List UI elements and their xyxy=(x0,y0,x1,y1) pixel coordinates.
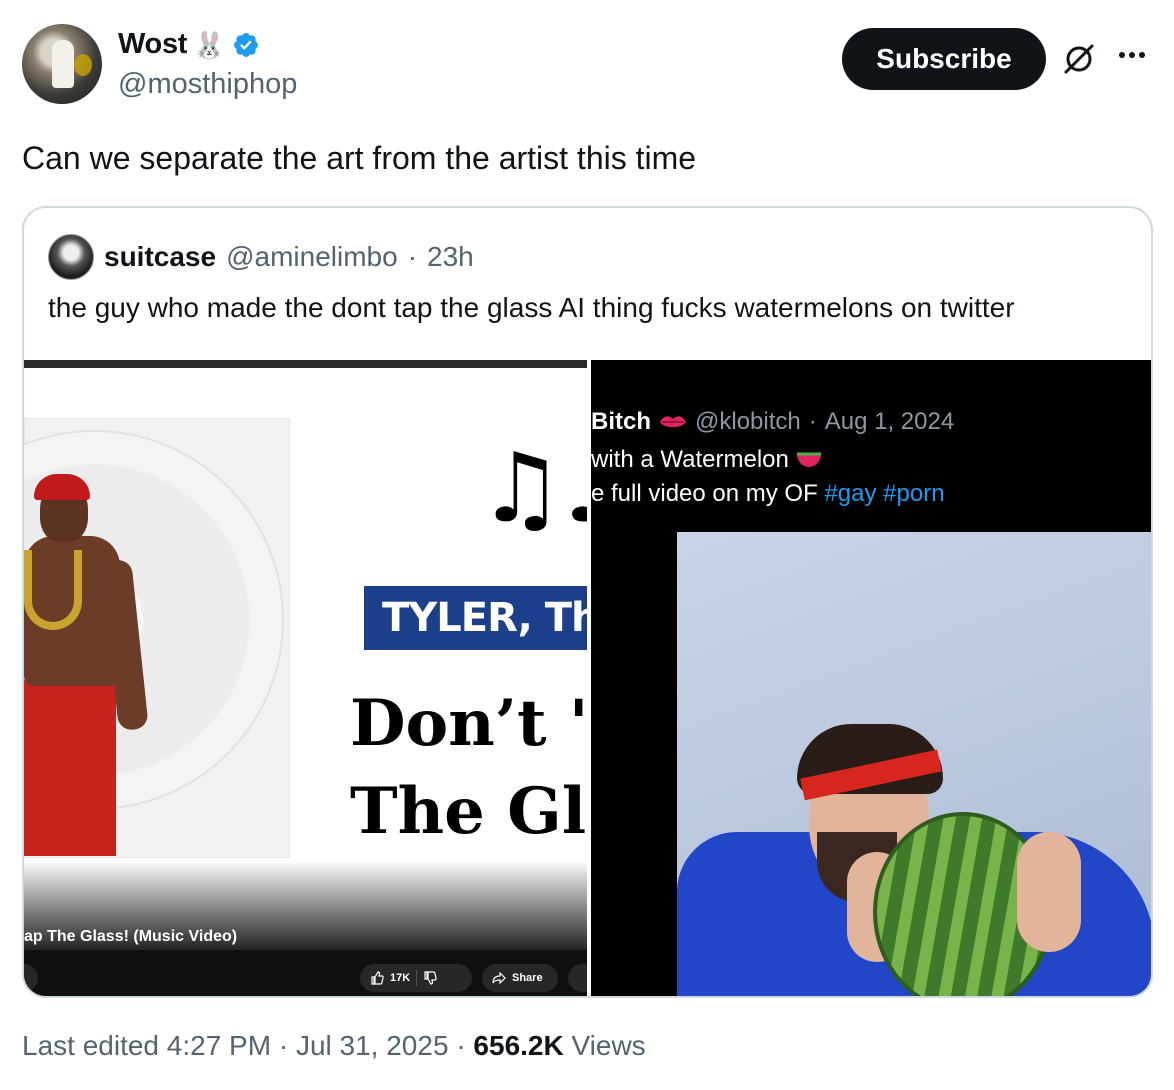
quote-handle: @aminelimbo xyxy=(226,241,398,272)
video-title: ap The Glass! (Music Video) xyxy=(24,928,238,945)
quote-media-left[interactable]: ♫♪ TYLER, The C Don’t ' The Gl ap The Gl… xyxy=(24,360,587,996)
quote-separator: · xyxy=(407,241,418,272)
embedded-line-1-text: with a Watermelon xyxy=(591,446,789,473)
author-display-name[interactable]: Wost xyxy=(118,28,187,61)
views-label: Views xyxy=(571,1030,646,1061)
quoted-tweet[interactable]: suitcase @aminelimbo · 23h the guy who m… xyxy=(22,206,1153,998)
subscribe-button[interactable]: Subscribe xyxy=(842,28,1046,90)
like-count: 17K xyxy=(390,972,411,984)
watermelon-icon xyxy=(796,452,821,467)
lips-icon xyxy=(660,416,686,428)
post-date[interactable]: Jul 31, 2025 xyxy=(296,1030,449,1061)
thumbs-up-icon xyxy=(371,971,384,985)
figure-pants xyxy=(24,676,116,856)
like-dislike-pill: 17K xyxy=(360,964,472,992)
quote-time: 23h xyxy=(427,241,474,272)
views-count: 656.2K xyxy=(473,1030,564,1061)
thumbs-down-icon xyxy=(424,971,437,985)
tweet-header: Wost 🐰 @mosthiphop Subscribe xyxy=(22,24,1152,108)
music-notes-icon: ♫♪ xyxy=(478,432,587,544)
tweet-footer: Last edited 4:27 PM · Jul 31, 2025 · 656… xyxy=(22,1030,646,1062)
embedded-line-2-text: e full video on my OF xyxy=(591,480,818,507)
quote-header: suitcase @aminelimbo · 23h xyxy=(48,234,474,280)
media-top-bar xyxy=(24,360,587,368)
edited-label[interactable]: Last edited xyxy=(22,1030,159,1061)
share-icon xyxy=(492,972,506,984)
song-title-line-2: The Gl xyxy=(350,774,587,849)
quote-text: the guy who made the dont tap the glass … xyxy=(48,292,1015,323)
author-avatar[interactable] xyxy=(22,24,102,104)
hashtag-porn: #porn xyxy=(883,480,945,507)
embedded-post-header: Bitch @klobitch · Aug 1, 2024 xyxy=(591,408,954,436)
share-pill: Share xyxy=(482,964,558,992)
embedded-name: Bitch xyxy=(591,408,651,435)
embedded-line-1: with a Watermelon xyxy=(591,446,822,474)
tweet-text: Can we separate the art from the artist … xyxy=(22,140,697,176)
photo-right-hand xyxy=(1017,832,1081,952)
quote-avatar xyxy=(48,234,94,280)
artist-banner: TYLER, The C xyxy=(364,586,587,650)
hashtag-gay: #gay xyxy=(824,480,877,507)
quote-media-right[interactable]: Bitch @klobitch · Aug 1, 2024 with a Wat… xyxy=(591,360,1151,996)
footer-separator-2: · xyxy=(456,1030,466,1061)
more-icon[interactable] xyxy=(1112,40,1152,70)
verified-icon[interactable] xyxy=(232,31,260,59)
embedded-separator: · xyxy=(808,408,817,435)
post-time[interactable]: 4:27 PM xyxy=(167,1030,271,1061)
embedded-handle: @klobitch xyxy=(695,408,801,435)
bunny-emoji: 🐰 xyxy=(193,29,226,60)
figure-chain xyxy=(24,550,82,630)
quote-display-name: suitcase xyxy=(104,241,217,272)
song-title-line-1: Don’t ' xyxy=(350,686,587,761)
embedded-photo xyxy=(677,532,1151,996)
embedded-date: Aug 1, 2024 xyxy=(824,408,955,435)
author-handle[interactable]: @mosthiphop xyxy=(118,68,297,101)
footer-separator-1: · xyxy=(278,1030,289,1061)
embedded-line-2: e full video on my OF #gay #porn xyxy=(591,480,945,508)
song-title-overlay: Don’t ' The Gl xyxy=(350,680,587,856)
grok-icon[interactable] xyxy=(1062,42,1096,76)
share-label: Share xyxy=(512,972,543,984)
author-name-row: Wost 🐰 xyxy=(118,28,260,61)
